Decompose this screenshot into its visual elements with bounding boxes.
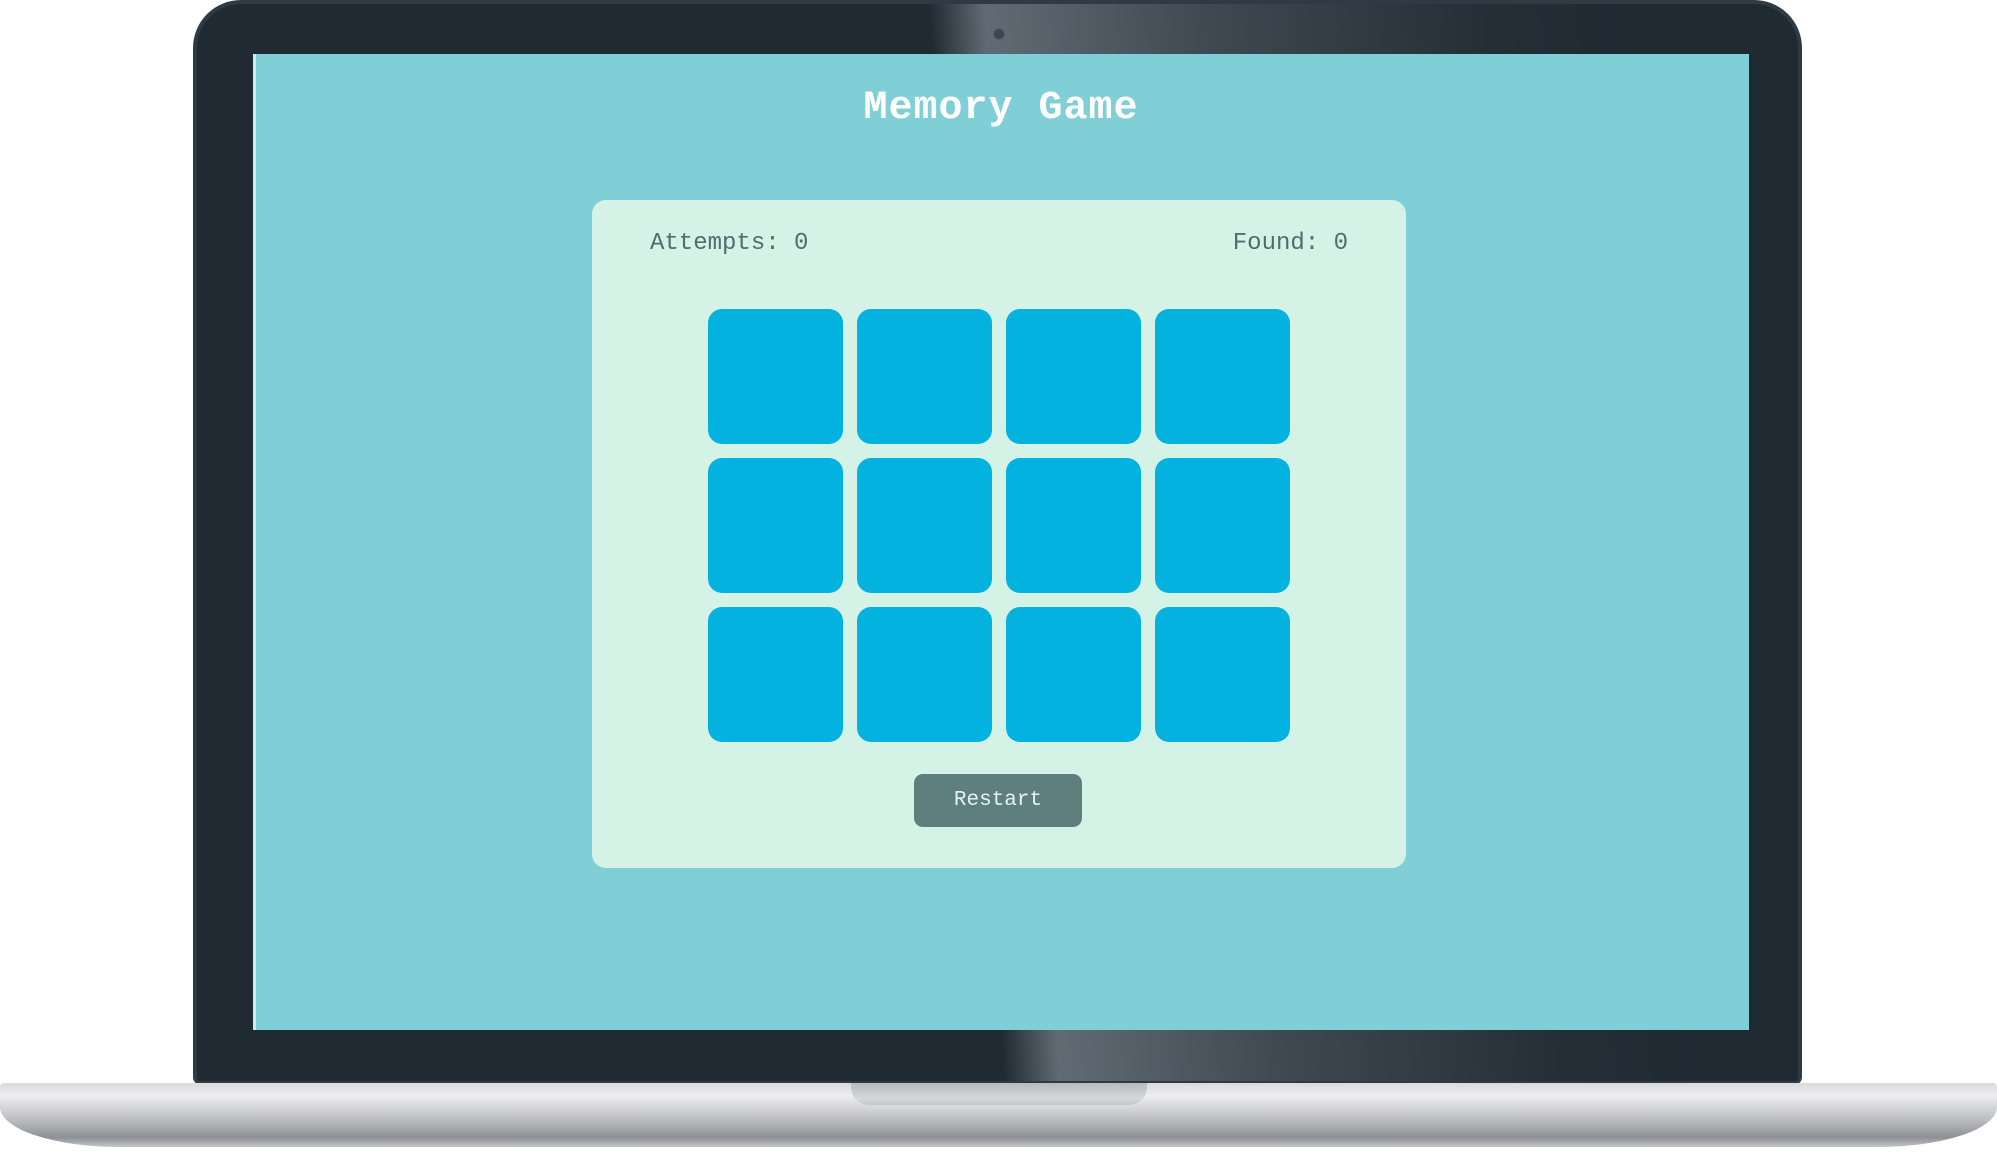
memory-card[interactable]: [1006, 458, 1141, 593]
laptop-mockup: Memory Game Attempts: 0 Found: 0 Restart: [0, 0, 1997, 1153]
memory-card[interactable]: [708, 309, 843, 444]
memory-card[interactable]: [708, 607, 843, 742]
memory-card[interactable]: [1006, 607, 1141, 742]
game-board: Attempts: 0 Found: 0 Restart: [592, 200, 1406, 868]
restart-button[interactable]: Restart: [914, 774, 1082, 827]
memory-card[interactable]: [1006, 309, 1141, 444]
attempts-counter: Attempts: 0: [650, 230, 809, 257]
found-counter: Found: 0: [1232, 230, 1348, 257]
page-title: Memory Game: [863, 86, 1139, 131]
memory-card[interactable]: [1155, 309, 1290, 444]
memory-card[interactable]: [708, 458, 843, 593]
camera-icon: [993, 28, 1005, 40]
laptop-notch: [851, 1083, 1147, 1105]
screen-edge: [253, 54, 256, 1030]
memory-card[interactable]: [1155, 607, 1290, 742]
memory-card[interactable]: [857, 309, 992, 444]
laptop-screen: Memory Game Attempts: 0 Found: 0 Restart: [253, 54, 1749, 1030]
memory-card[interactable]: [857, 458, 992, 593]
memory-card[interactable]: [857, 607, 992, 742]
card-grid: [708, 309, 1291, 742]
memory-card[interactable]: [1155, 458, 1290, 593]
